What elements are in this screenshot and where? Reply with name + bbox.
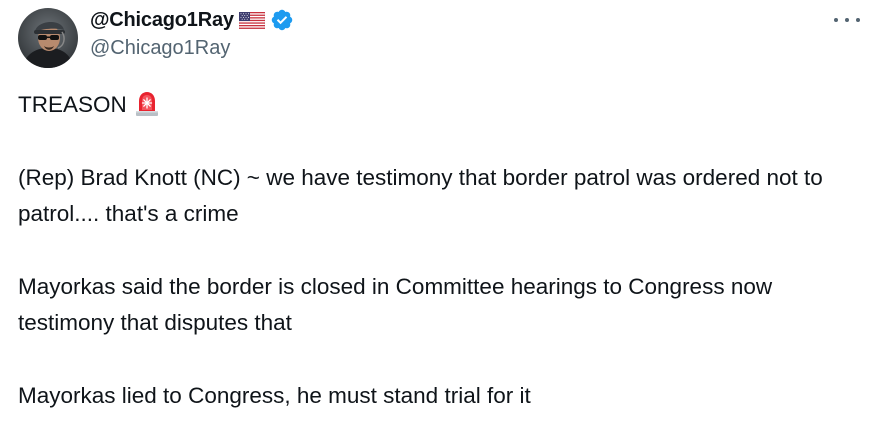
more-horizontal-icon [834,18,838,22]
tweet-paragraph-2: Mayorkas said the border is closed in Co… [18,274,773,335]
name-row: @Chicago1Ray [90,6,294,34]
tweet-header: @Chicago1Ray @Chicago1Ray [90,6,294,66]
tweet-paragraph-1: (Rep) Brad Knott (NC) ~ we have testimon… [18,165,823,226]
user-handle[interactable]: @Chicago1Ray [90,37,294,60]
treason-text: TREASON [18,92,127,117]
tweet-card: @Chicago1Ray @Chicago1Ray TREASON (Rep) … [0,0,884,422]
more-dot [856,18,860,22]
tweet-paragraph-3: Mayorkas lied to Congress, he must stand… [18,383,531,408]
more-options-button[interactable] [834,10,860,30]
us-flag-icon [238,11,266,29]
verified-badge-icon[interactable] [270,8,294,32]
tweet-text: TREASON (Rep) Brad Knott (NC) ~ we have … [18,87,868,414]
avatar-image [18,8,78,68]
police-siren-icon [133,89,161,117]
tweet-line-treason: TREASON [18,87,868,123]
display-name[interactable]: @Chicago1Ray [90,9,234,32]
more-dot [845,18,849,22]
avatar[interactable] [18,8,78,68]
